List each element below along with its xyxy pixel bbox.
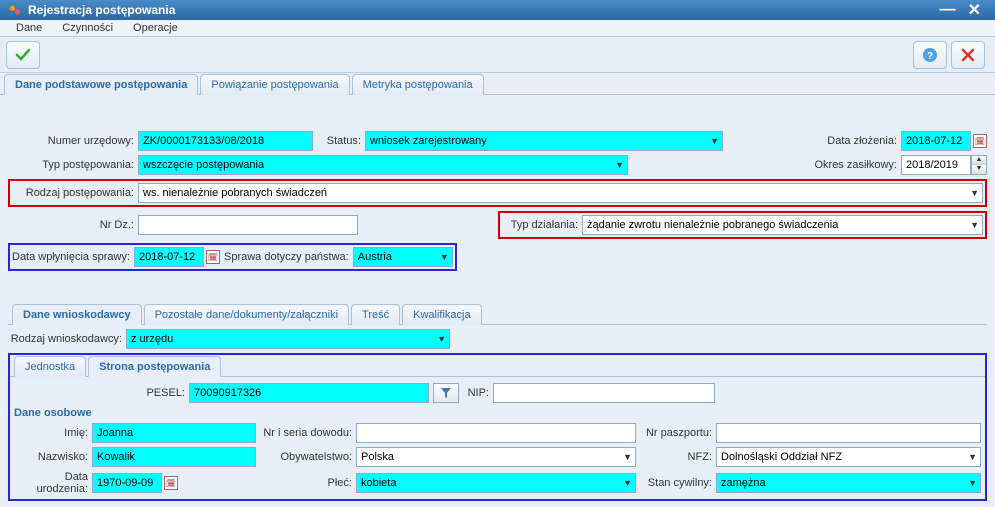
spin-up-icon[interactable]: ▲ (972, 156, 986, 165)
label-rodzaj-wn: Rodzaj wnioskodawcy: (8, 333, 126, 345)
label-data-zloz: Data złożenia: (827, 135, 901, 147)
main-tabs: Dane podstawowe postępowania Powiązanie … (0, 73, 995, 95)
rodzaj-post-select[interactable] (138, 183, 983, 203)
sprawa-dot-select[interactable] (353, 247, 453, 267)
tab-dane-wnios[interactable]: Dane wnioskodawcy (12, 304, 142, 325)
label-nfz: NFZ: (636, 451, 716, 463)
rodzaj-wn-select[interactable] (126, 329, 450, 349)
typ-dzial-select[interactable] (582, 215, 983, 235)
tab-strona[interactable]: Strona postępowania (88, 356, 221, 377)
label-nazwisko: Nazwisko: (14, 451, 92, 463)
filter-icon (439, 386, 453, 400)
numer-urz-input[interactable] (138, 131, 313, 151)
label-imie: Imię: (14, 427, 92, 439)
okres-zas-spinner[interactable]: ▲ ▼ (971, 155, 987, 175)
label-typ-dzial: Typ działania: (502, 219, 582, 231)
titlebar: Rejestracja postępowania — ✕ (0, 0, 995, 20)
label-nrser: Nr i seria dowodu: (256, 427, 356, 439)
lookup-button[interactable] (433, 383, 459, 403)
obyw-select[interactable] (356, 447, 636, 467)
inner-tabs: Jednostka Strona postępowania (10, 355, 985, 377)
spin-down-icon[interactable]: ▼ (972, 165, 986, 174)
nr-dz-input[interactable] (138, 215, 358, 235)
x-icon (960, 47, 976, 63)
help-button[interactable]: ? (913, 41, 947, 69)
tab-metryka[interactable]: Metryka postępowania (352, 74, 484, 95)
nrpasz-input[interactable] (716, 423, 981, 443)
plec-select[interactable] (356, 473, 636, 493)
okres-zas-input[interactable] (901, 155, 971, 175)
nfz-select[interactable] (716, 447, 981, 467)
tab-tresc[interactable]: Treść (351, 304, 400, 325)
help-icon: ? (922, 47, 938, 63)
typ-post-select[interactable] (138, 155, 628, 175)
data-zloz-input[interactable] (901, 131, 971, 151)
label-status: Status: (313, 135, 365, 147)
tab-kwalifikacja[interactable]: Kwalifikacja (402, 304, 481, 325)
close-icon[interactable]: ✕ (962, 0, 987, 20)
menu-dane[interactable]: Dane (6, 20, 52, 36)
nazwisko-input[interactable] (92, 447, 256, 467)
label-nr-dz: Nr Dz.: (8, 219, 138, 231)
label-obyw: Obywatelstwo: (256, 451, 356, 463)
menu-operacje[interactable]: Operacje (123, 20, 188, 36)
label-stan-cyw: Stan cywilny: (636, 477, 716, 489)
check-icon (14, 46, 32, 64)
date-pick-wplyn[interactable]: 🗓 (206, 250, 220, 264)
window-title: Rejestracja postępowania (28, 3, 175, 17)
label-data-wplyn: Data wpłynięcia sprawy: (12, 251, 134, 263)
menu-czynnosci[interactable]: Czynności (52, 20, 123, 36)
nip-input[interactable] (493, 383, 715, 403)
sub-tabs: Dane wnioskodawcy Pozostałe dane/dokumen… (8, 303, 987, 325)
label-nip: NIP: (463, 387, 493, 399)
stan-cyw-select[interactable] (716, 473, 981, 493)
tab-dane-podstawowe[interactable]: Dane podstawowe postępowania (4, 74, 198, 95)
data-ur-input[interactable] (92, 473, 162, 493)
section-dane-osobowe: Dane osobowe (14, 407, 981, 419)
label-numer-urz: Numer urzędowy: (8, 135, 138, 147)
svg-text:?: ? (927, 51, 933, 62)
cancel-button[interactable] (951, 41, 985, 69)
app-icon (8, 3, 22, 17)
toolbar: ? (0, 37, 995, 73)
status-select[interactable] (365, 131, 723, 151)
label-sprawa-dot: Sprawa dotyczy państwa: (220, 251, 353, 263)
label-plec: Płeć: (178, 477, 356, 489)
label-rodzaj-post: Rodzaj postępowania: (12, 187, 138, 199)
accept-button[interactable] (6, 41, 40, 69)
pesel-input[interactable] (189, 383, 429, 403)
data-wplyn-input[interactable] (134, 247, 204, 267)
menubar: Dane Czynności Operacje (0, 20, 995, 37)
label-nrpasz: Nr paszportu: (636, 427, 716, 439)
nrser-input[interactable] (356, 423, 636, 443)
minimize-icon[interactable]: — (934, 1, 962, 19)
tab-powiazanie[interactable]: Powiązanie postępowania (200, 74, 349, 95)
date-pick-ur[interactable]: 🗓 (164, 476, 178, 490)
imie-input[interactable] (92, 423, 256, 443)
label-okres-zas: Okres zasiłkowy: (814, 159, 901, 171)
label-pesel: PESEL: (14, 387, 189, 399)
label-data-ur: Data urodzenia: (14, 471, 92, 495)
date-pick-zloz[interactable]: 🗓 (973, 134, 987, 148)
tab-pozostale[interactable]: Pozostałe dane/dokumenty/załączniki (144, 304, 349, 325)
label-typ-post: Typ postępowania: (8, 159, 138, 171)
tab-jednostka[interactable]: Jednostka (14, 356, 86, 377)
